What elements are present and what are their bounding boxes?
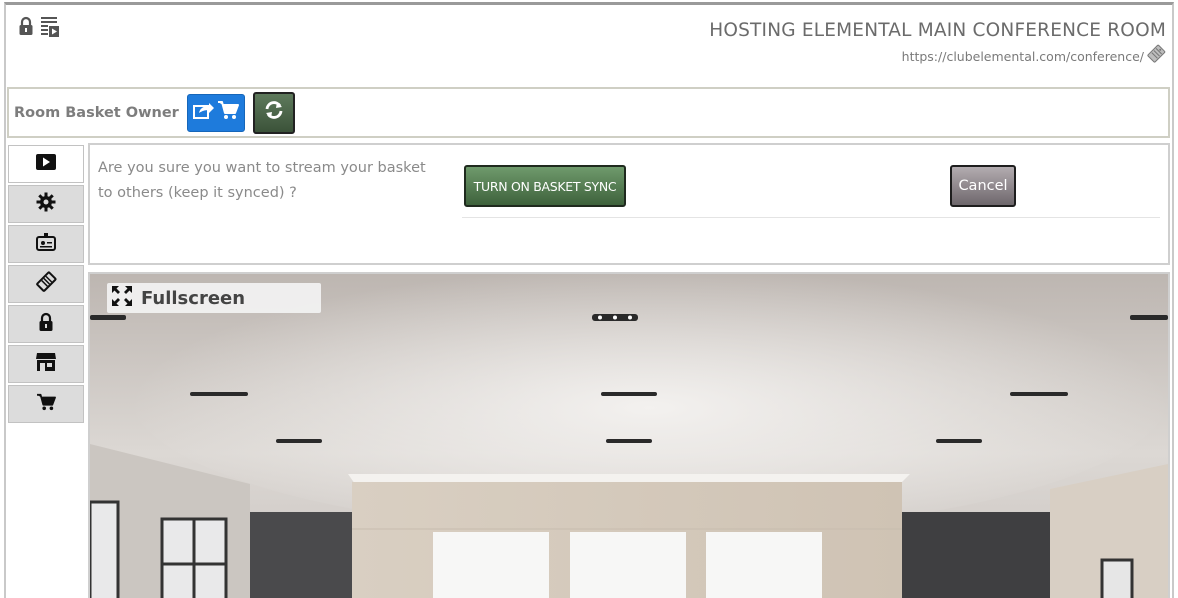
fullscreen-label: Fullscreen: [141, 287, 246, 309]
share-basket-button[interactable]: [186, 93, 245, 132]
lock-icon: [38, 312, 54, 337]
cancel-button[interactable]: Cancel: [950, 165, 1016, 207]
share-icon: [192, 101, 215, 124]
divider: [462, 217, 1160, 218]
sync-basket-button[interactable]: [252, 91, 295, 134]
expand-icon: [111, 285, 133, 312]
room-title: HOSTING ELEMENTAL MAIN CONFERENCE ROOM: [709, 20, 1166, 41]
room-url-row: https://clubelemental.com/conference/: [902, 44, 1166, 69]
play-icon: [36, 153, 56, 175]
fullscreen-button[interactable]: Fullscreen: [107, 283, 321, 313]
basket-owner-bar: Room Basket Owner: [7, 87, 1170, 138]
id-badge-icon: [36, 232, 56, 256]
sidebar: [8, 145, 84, 425]
conference-room-image: [90, 274, 1168, 598]
sidebar-item-profile[interactable]: [8, 225, 84, 263]
basket-sync-confirm-panel: Are you sure you want to stream your bas…: [88, 143, 1170, 265]
turn-on-basket-sync-button[interactable]: TURN ON BASKET SYNC: [464, 165, 626, 207]
confirm-message: Are you sure you want to stream your bas…: [98, 160, 426, 201]
header-icons: [18, 16, 60, 38]
cart-icon: [36, 393, 56, 416]
tag-icon[interactable]: [1146, 44, 1166, 69]
sidebar-item-security[interactable]: [8, 305, 84, 343]
owner-label: Room Basket Owner: [14, 104, 179, 121]
sidebar-item-tags[interactable]: [8, 265, 84, 303]
sidebar-item-store[interactable]: [8, 345, 84, 383]
sidebar-item-video[interactable]: [8, 145, 84, 183]
cart-icon: [217, 100, 239, 125]
playlist-icon[interactable]: [40, 16, 60, 38]
gear-icon: [36, 192, 56, 217]
room-url[interactable]: https://clubelemental.com/conference/: [902, 49, 1144, 64]
sync-icon: [263, 99, 285, 126]
store-icon: [35, 352, 57, 377]
tag-icon: [35, 271, 57, 298]
lock-icon[interactable]: [18, 16, 34, 38]
video-player[interactable]: Fullscreen: [88, 272, 1170, 598]
sidebar-item-settings[interactable]: [8, 185, 84, 223]
sidebar-item-cart[interactable]: [8, 385, 84, 423]
